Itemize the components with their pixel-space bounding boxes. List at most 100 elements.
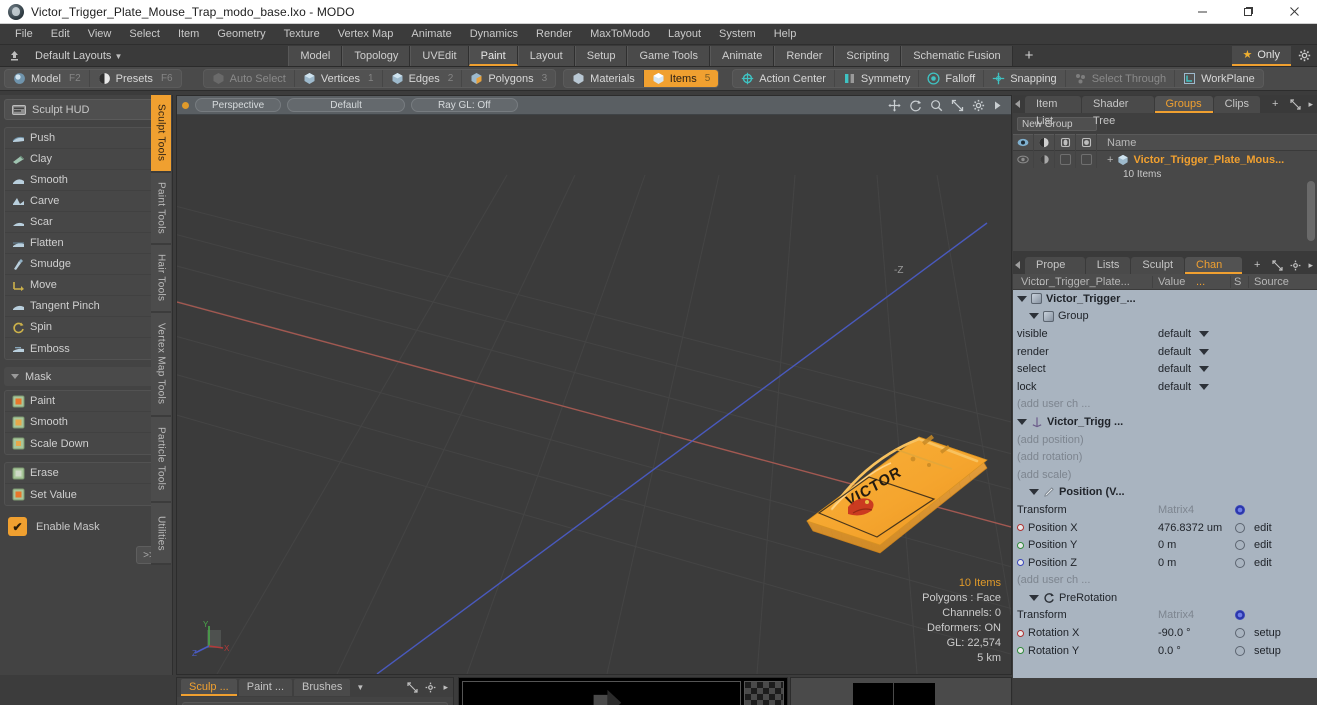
tab-sculpt-brush[interactable]: Sculp ...: [181, 679, 237, 696]
select-through-button[interactable]: Select Through: [1066, 70, 1176, 87]
tab-item-list[interactable]: Item List: [1025, 95, 1081, 127]
texture-preview-quads[interactable]: [853, 683, 935, 705]
action-center-button[interactable]: Action Center: [733, 70, 835, 87]
tab-clips[interactable]: Clips: [1213, 95, 1261, 113]
menu-view[interactable]: View: [79, 24, 121, 45]
channel-source[interactable]: setup: [1254, 645, 1281, 657]
tab-sculpt-panel[interactable]: Sculpt: [1131, 256, 1184, 274]
channel-row[interactable]: Rotation Y 0.0 ° setup: [1013, 642, 1317, 660]
only-toggle-button[interactable]: ★ Only: [1231, 45, 1291, 66]
groups-grid-body[interactable]: + Victor_Trigger_Plate_Mous... 10 Items: [1013, 151, 1317, 251]
sculpt-tool-spin[interactable]: Spin: [5, 317, 167, 338]
tab-game-tools[interactable]: Game Tools: [627, 45, 710, 66]
menu-select[interactable]: Select: [120, 24, 169, 45]
channel-source[interactable]: edit: [1254, 522, 1272, 534]
tab-layout[interactable]: Layout: [517, 45, 575, 66]
channel-row[interactable]: (add position): [1013, 431, 1317, 449]
channel-row[interactable]: Rotation X -90.0 ° setup: [1013, 624, 1317, 642]
minimize-icon[interactable]: [1179, 0, 1225, 24]
viewport-view-dropdown[interactable]: Perspective: [195, 98, 282, 112]
brush-panel-more-icon[interactable]: ▸: [443, 682, 448, 693]
mask-tool-set-value[interactable]: Set Value: [5, 484, 167, 505]
channel-state-icon[interactable]: [1235, 610, 1245, 621]
twirl-icon[interactable]: [1029, 313, 1039, 320]
menu-edit[interactable]: Edit: [42, 24, 79, 45]
selection-edges[interactable]: Edges 2: [383, 70, 463, 87]
texture-preview-panel[interactable]: [790, 677, 1012, 705]
sculpt-hud-button[interactable]: Sculpt HUD: [4, 99, 168, 120]
falloff-button[interactable]: Falloff: [919, 70, 985, 87]
sculpt-tool-flatten[interactable]: Flatten: [5, 233, 167, 254]
channel-state-icon[interactable]: [1235, 645, 1245, 656]
channel-row[interactable]: Victor_Trigger_...: [1013, 290, 1317, 308]
maximize-icon[interactable]: [1225, 0, 1271, 24]
channel-value[interactable]: 0 m: [1158, 557, 1176, 569]
image-preview-panel[interactable]: [458, 677, 788, 705]
channel-state-icon[interactable]: [1235, 504, 1245, 515]
channel-name[interactable]: (add position): [1017, 434, 1084, 446]
row-select-toggle[interactable]: [1076, 151, 1097, 168]
channel-row[interactable]: render default: [1013, 343, 1317, 361]
mask-tool-smooth[interactable]: Smooth: [5, 412, 167, 433]
group-expander-icon[interactable]: +: [1107, 154, 1113, 166]
tab-properties[interactable]: Prope ...: [1025, 256, 1085, 288]
channel-row[interactable]: Transform Matrix4: [1013, 501, 1317, 519]
channel-row[interactable]: Position Z 0 m edit: [1013, 554, 1317, 572]
sculpt-tool-smooth[interactable]: Smooth: [5, 170, 167, 191]
channel-row[interactable]: (add rotation): [1013, 448, 1317, 466]
channel-value[interactable]: 0.0 °: [1158, 645, 1181, 657]
tab-schematic-fusion[interactable]: Schematic Fusion: [901, 45, 1013, 66]
default-layouts-dropdown[interactable]: Default Layouts ▼: [29, 50, 128, 62]
vtab-particle-tools[interactable]: Particle Tools: [151, 417, 171, 503]
channel-row[interactable]: select default: [1013, 360, 1317, 378]
channel-row[interactable]: Transform Matrix4: [1013, 607, 1317, 625]
row-render-toggle[interactable]: [1034, 151, 1055, 168]
channel-row[interactable]: Position Y 0 m edit: [1013, 536, 1317, 554]
row-eye-toggle[interactable]: [1013, 151, 1034, 168]
channel-value[interactable]: 0 m: [1158, 539, 1176, 551]
channel-row[interactable]: Position (V...: [1013, 484, 1317, 502]
selection-auto-select[interactable]: Auto Select: [204, 70, 295, 87]
new-group-button[interactable]: New Group: [1017, 117, 1097, 131]
channel-row[interactable]: (add scale): [1013, 466, 1317, 484]
channel-source[interactable]: edit: [1254, 557, 1272, 569]
vtab-vertex-map-tools[interactable]: Vertex Map Tools: [151, 313, 171, 417]
sculpt-tool-clay[interactable]: Clay: [5, 149, 167, 170]
twirl-icon[interactable]: [1017, 295, 1027, 302]
vtab-paint-tools[interactable]: Paint Tools: [151, 173, 171, 245]
mask-section-header[interactable]: Mask: [4, 367, 168, 386]
channel-row[interactable]: (add user ch ...: [1013, 572, 1317, 590]
channel-source[interactable]: edit: [1254, 539, 1272, 551]
channel-row[interactable]: (add user ch ...: [1013, 396, 1317, 414]
selection-items[interactable]: Items 5: [643, 70, 719, 87]
channels-grid-body[interactable]: Victor_Trigger_... Group visible default…: [1013, 290, 1317, 678]
column-select-icon[interactable]: [1076, 134, 1097, 151]
add-channel-tab-button[interactable]: +: [1243, 256, 1272, 274]
channel-row[interactable]: PreRotation: [1013, 589, 1317, 607]
channels-panel-more-icon[interactable]: ▸: [1308, 260, 1313, 271]
mask-tool-scale-down[interactable]: Scale Down: [5, 433, 167, 454]
sculpt-tool-scar[interactable]: Scar: [5, 212, 167, 233]
mask-tool-paint[interactable]: Paint: [5, 391, 167, 412]
channel-state-icon[interactable]: [1235, 557, 1245, 568]
channel-state-icon[interactable]: [1235, 628, 1245, 639]
tab-channels[interactable]: Chan ...: [1185, 256, 1243, 288]
menu-texture[interactable]: Texture: [275, 24, 329, 45]
image-preview-alpha[interactable]: [462, 681, 741, 705]
snapping-button[interactable]: Snapping: [984, 70, 1066, 87]
channel-name[interactable]: (add rotation): [1017, 451, 1082, 463]
vtab-utilities[interactable]: Utilities: [151, 503, 171, 565]
selection-materials[interactable]: Materials: [564, 70, 644, 87]
symmetry-button[interactable]: Symmetry: [835, 70, 920, 87]
groups-panel-more-icon[interactable]: ▸: [1308, 99, 1313, 110]
sculpt-tool-emboss[interactable]: Emboss: [5, 338, 167, 359]
selection-vertices[interactable]: Vertices 1: [295, 70, 383, 87]
menu-render[interactable]: Render: [527, 24, 581, 45]
enable-mask-checkbox[interactable]: ✔: [8, 517, 27, 536]
sculpt-tool-move[interactable]: Move: [5, 275, 167, 296]
viewport-menu-dot-icon[interactable]: [182, 101, 189, 109]
channel-name[interactable]: (add user ch ...: [1017, 398, 1090, 410]
chevron-down-icon[interactable]: [1199, 383, 1210, 390]
vtab-sculpt-tools[interactable]: Sculpt Tools: [151, 95, 171, 173]
menu-animate[interactable]: Animate: [402, 24, 460, 45]
